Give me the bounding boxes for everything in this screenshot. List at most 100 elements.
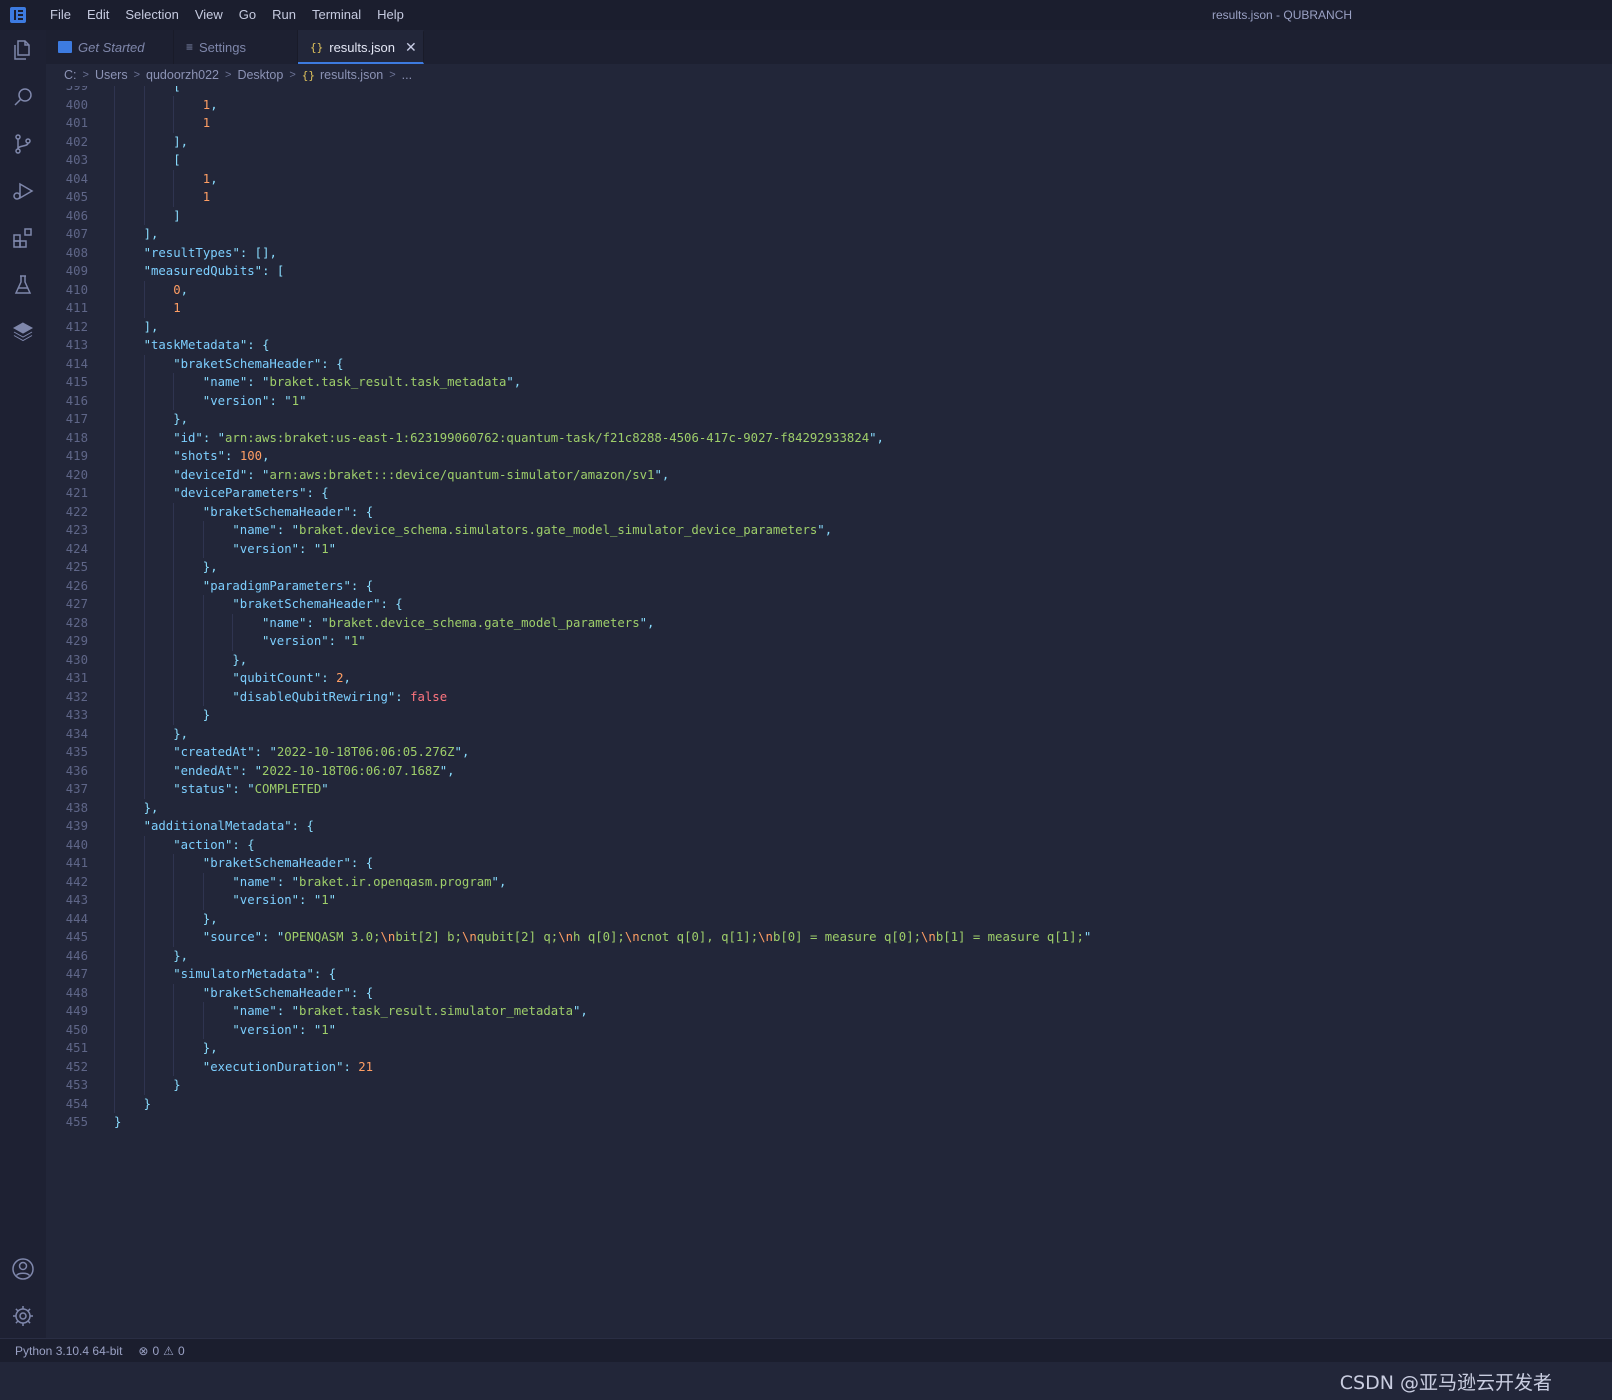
menu-go[interactable]: Go bbox=[231, 0, 264, 30]
code-line[interactable]: 425}, bbox=[46, 558, 1612, 577]
code-line[interactable]: 450 "version": "1" bbox=[46, 1020, 1612, 1039]
indent-guide bbox=[143, 650, 145, 669]
code-line[interactable]: 403 [ bbox=[46, 151, 1612, 170]
indent-guide bbox=[202, 613, 204, 632]
breadcrumb-item[interactable]: qudoorzh022 bbox=[146, 68, 219, 82]
code-line[interactable]: 432 "disableQubitRewiring": false bbox=[46, 687, 1612, 706]
code-line[interactable]: 446}, bbox=[46, 946, 1612, 965]
code-line[interactable]: 405 1 bbox=[46, 188, 1612, 207]
code-line[interactable]: 444}, bbox=[46, 909, 1612, 928]
code-line[interactable]: 442 "name": "braket.ir.openqasm.program", bbox=[46, 872, 1612, 891]
breadcrumb-item[interactable]: Desktop bbox=[237, 68, 283, 82]
testing-icon[interactable] bbox=[11, 273, 35, 297]
code-line[interactable]: 427 "braketSchemaHeader": { bbox=[46, 595, 1612, 614]
code-line[interactable]: 415 "name": "braket.task_result.task_meta… bbox=[46, 373, 1612, 392]
explorer-icon[interactable] bbox=[11, 38, 35, 62]
code-line[interactable]: 437 "status": "COMPLETED" bbox=[46, 780, 1612, 799]
code-line[interactable]: 414 "braketSchemaHeader": { bbox=[46, 354, 1612, 373]
code-line[interactable]: 443 "version": "1" bbox=[46, 891, 1612, 910]
menu-view[interactable]: View bbox=[187, 0, 231, 30]
breadcrumb-item[interactable]: Users bbox=[95, 68, 128, 82]
menu-file[interactable]: File bbox=[42, 0, 79, 30]
menu-terminal[interactable]: Terminal bbox=[304, 0, 369, 30]
code-line[interactable]: 453} bbox=[46, 1076, 1612, 1095]
tab-settings[interactable]: ≡ Settings bbox=[174, 30, 298, 64]
code-line[interactable]: 411 1 bbox=[46, 299, 1612, 318]
indent-guide bbox=[114, 743, 115, 762]
code-line[interactable]: 429 "version": "1" bbox=[46, 632, 1612, 651]
menu-selection[interactable]: Selection bbox=[117, 0, 186, 30]
code-line[interactable]: 448 "braketSchemaHeader": { bbox=[46, 983, 1612, 1002]
code-line[interactable]: 428 "name": "braket.device_schema.gate_mo… bbox=[46, 613, 1612, 632]
code-line[interactable]: 439 "additionalMetadata": { bbox=[46, 817, 1612, 836]
code-line[interactable]: 412], bbox=[46, 317, 1612, 336]
problems-status[interactable]: ⊗ 0 ⚠ 0 bbox=[138, 1344, 184, 1358]
python-interpreter-status[interactable]: Python 3.10.4 64-bit bbox=[15, 1344, 122, 1358]
code-line[interactable]: 426 "paradigmParameters": { bbox=[46, 576, 1612, 595]
close-icon[interactable]: ✕ bbox=[405, 39, 417, 56]
code-line[interactable]: 399 [ bbox=[46, 86, 1612, 96]
manage-gear-icon[interactable] bbox=[11, 1304, 35, 1328]
code-line[interactable]: 441 "braketSchemaHeader": { bbox=[46, 854, 1612, 873]
search-icon[interactable] bbox=[11, 85, 35, 109]
code-line[interactable]: 454} bbox=[46, 1094, 1612, 1113]
code-line[interactable]: 455} bbox=[46, 1113, 1612, 1132]
code-line[interactable]: 413 "taskMetadata": { bbox=[46, 336, 1612, 355]
tab-get-started[interactable]: Get Started bbox=[46, 30, 174, 64]
code-line[interactable]: 418 "id": "arn:aws:braket:us-east-1:62319… bbox=[46, 428, 1612, 447]
code-line[interactable]: 452 "executionDuration": 21 bbox=[46, 1057, 1612, 1076]
code-line[interactable]: 449 "name": "braket.task_result.simulator… bbox=[46, 1002, 1612, 1021]
code-line[interactable]: 417}, bbox=[46, 410, 1612, 429]
indent-guide bbox=[114, 299, 115, 318]
code-line[interactable]: 438}, bbox=[46, 798, 1612, 817]
code-line[interactable]: 400 1, bbox=[46, 95, 1612, 114]
indent-guide bbox=[143, 1076, 145, 1095]
code-line[interactable]: 435 "createdAt": "2022-10-18T06:06:05.276… bbox=[46, 743, 1612, 762]
code-line[interactable]: 424 "version": "1" bbox=[46, 539, 1612, 558]
indent-guide bbox=[143, 558, 145, 577]
json-braces-icon: {} bbox=[301, 68, 315, 82]
indent-guide bbox=[143, 521, 145, 540]
vscode-logo-icon bbox=[10, 7, 26, 23]
code-line[interactable]: 421 "deviceParameters": { bbox=[46, 484, 1612, 503]
code-line[interactable]: 420 "deviceId": "arn:aws:braket:::device/… bbox=[46, 465, 1612, 484]
line-number: 414 bbox=[65, 356, 88, 371]
code-line[interactable]: 409 "measuredQubits": [ bbox=[46, 262, 1612, 281]
line-number: 423 bbox=[65, 523, 88, 537]
code-line[interactable]: 407], bbox=[46, 225, 1612, 244]
menu-run[interactable]: Run bbox=[264, 0, 304, 30]
code-line[interactable]: 434}, bbox=[46, 724, 1612, 743]
code-line[interactable]: 447 "simulatorMetadata": { bbox=[46, 965, 1612, 984]
run-debug-icon[interactable] bbox=[11, 179, 35, 203]
code-line[interactable]: 423 "name": "braket.device_schema.simulat… bbox=[46, 521, 1612, 540]
code-line[interactable]: 445 "source": "OPENQASM 3.0;\nbit[2] b;\n… bbox=[46, 928, 1612, 947]
code-line[interactable]: 419 "shots": 100, bbox=[46, 447, 1612, 466]
code-line[interactable]: 431 "qubitCount": 2, bbox=[46, 669, 1612, 688]
code-line[interactable]: 422 "braketSchemaHeader": { bbox=[46, 502, 1612, 521]
code-line[interactable]: 436 "endedAt": "2022-10-18T06:06:07.168Z"… bbox=[46, 761, 1612, 780]
tab-results-json[interactable]: {} results.json ✕ bbox=[298, 30, 424, 64]
extensions-icon[interactable] bbox=[11, 226, 35, 250]
account-icon[interactable] bbox=[11, 1257, 35, 1281]
breadcrumb-item[interactable]: C: bbox=[64, 68, 77, 82]
indent-guide bbox=[173, 169, 175, 188]
breadcrumb-item[interactable]: ... bbox=[402, 68, 412, 82]
indent-guide bbox=[173, 891, 175, 910]
code-line[interactable]: 433} bbox=[46, 706, 1612, 725]
code-line[interactable]: 410 0, bbox=[46, 280, 1612, 299]
code-line[interactable]: 430}, bbox=[46, 650, 1612, 669]
code-line[interactable]: 404 1, bbox=[46, 169, 1612, 188]
code-line[interactable]: 401 1 bbox=[46, 114, 1612, 133]
code-line[interactable]: 416 "version": "1" bbox=[46, 391, 1612, 410]
code-line[interactable]: 440 "action": { bbox=[46, 835, 1612, 854]
source-control-icon[interactable] bbox=[11, 132, 35, 156]
code-line[interactable]: 402], bbox=[46, 132, 1612, 151]
menu-edit[interactable]: Edit bbox=[79, 0, 117, 30]
breadcrumb-item[interactable]: results.json bbox=[320, 68, 383, 82]
menu-help[interactable]: Help bbox=[369, 0, 412, 30]
layers-icon[interactable] bbox=[11, 320, 35, 344]
code-editor[interactable]: 399[400 1, 401 1 402], 403[404 1, 405 1 406] 407],… bbox=[46, 86, 1612, 1338]
code-line[interactable]: 451}, bbox=[46, 1039, 1612, 1058]
code-line[interactable]: 406] bbox=[46, 206, 1612, 225]
code-line[interactable]: 408 "resultTypes": [], bbox=[46, 243, 1612, 262]
